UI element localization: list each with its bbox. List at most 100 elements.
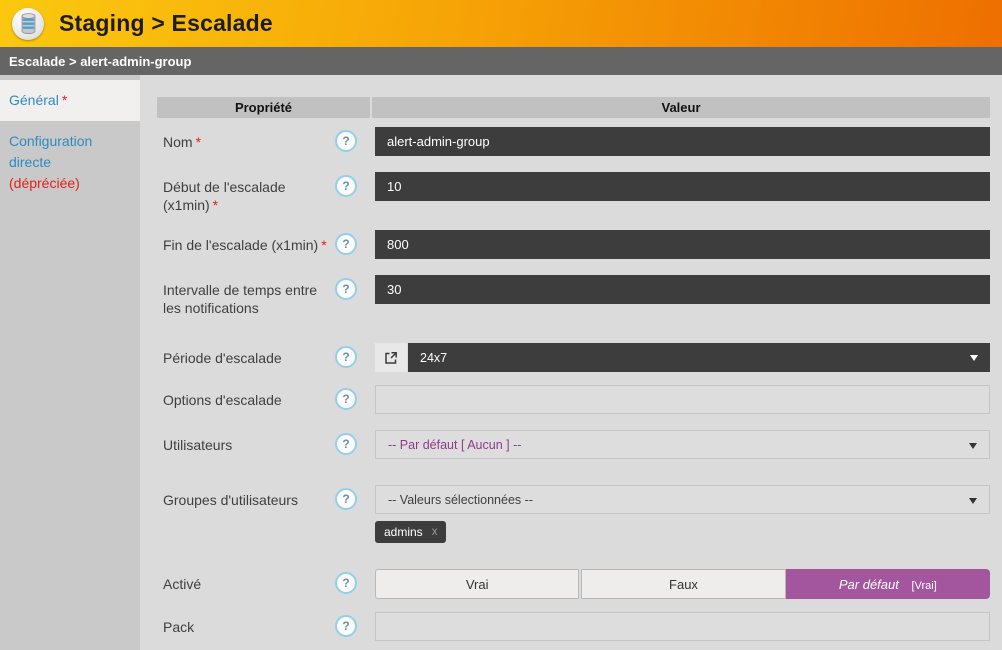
value-cell (375, 230, 990, 259)
form-row-periode: Période d'escalade ? 24x7 (157, 343, 1002, 372)
remove-icon[interactable]: x (432, 526, 438, 538)
help-cell: ? (335, 230, 375, 255)
help-cell: ? (335, 485, 375, 510)
par-defaut-button[interactable]: Par défaut [Vrai] (786, 569, 990, 599)
help-cell: ? (335, 569, 375, 594)
help-icon[interactable]: ? (335, 572, 357, 594)
table-header: Propriété Valeur (157, 97, 990, 118)
external-link-icon (384, 351, 398, 365)
sidebar-item-general[interactable]: Général* (0, 80, 140, 121)
value-cell (375, 127, 990, 156)
help-icon[interactable]: ? (335, 233, 357, 255)
app-logo (12, 8, 44, 40)
chevron-down-icon (969, 443, 977, 449)
help-icon[interactable]: ? (335, 130, 357, 152)
vrai-button[interactable]: Vrai (375, 569, 579, 599)
help-cell: ? (335, 127, 375, 152)
field-label-fin: Fin de l'escalade (x1min)* (157, 230, 335, 254)
field-label-periode: Période d'escalade (157, 343, 335, 367)
select-value: 24x7 (420, 351, 447, 365)
chevron-down-icon (970, 355, 978, 361)
field-label: Options d'escalade (163, 392, 282, 408)
debut-escalade-input[interactable] (375, 172, 990, 201)
field-label: Période d'escalade (163, 350, 282, 366)
value-cell (375, 275, 990, 304)
field-label-intervalle: Intervalle de temps entre les notificati… (157, 275, 335, 317)
tag-label: admins (384, 525, 423, 539)
field-label: Utilisateurs (163, 437, 232, 453)
value-cell (375, 612, 990, 641)
periode-select-group: 24x7 (375, 343, 990, 372)
sidebar: Général* Configuration directe (déprécié… (0, 75, 140, 650)
form-row-groupes-utilisateurs: Groupes d'utilisateurs ? -- Valeurs séle… (157, 485, 1002, 543)
default-label: Par défaut (839, 577, 899, 592)
field-label: Intervalle de temps entre les notificati… (163, 282, 317, 316)
value-cell (375, 385, 990, 414)
help-icon[interactable]: ? (335, 488, 357, 510)
selected-tag-admins[interactable]: admins x (375, 521, 446, 543)
help-icon[interactable]: ? (335, 433, 357, 455)
content: Général* Configuration directe (déprécié… (0, 75, 1002, 650)
field-label-options: Options d'escalade (157, 385, 335, 409)
help-cell: ? (335, 612, 375, 637)
form-row-utilisateurs: Utilisateurs ? -- Par défaut [ Aucun ] -… (157, 430, 1002, 459)
sidebar-item-label: Général (9, 92, 59, 108)
periode-escalade-select[interactable]: 24x7 (408, 343, 990, 372)
faux-button[interactable]: Faux (581, 569, 785, 599)
fin-escalade-input[interactable] (375, 230, 990, 259)
value-column-header: Valeur (372, 97, 990, 118)
value-cell: 24x7 (375, 343, 990, 372)
help-icon[interactable]: ? (335, 278, 357, 300)
app-header: Staging > Escalade (0, 0, 1002, 47)
groupes-utilisateurs-select[interactable]: -- Valeurs sélectionnées -- (375, 485, 990, 514)
select-value: -- Par défaut [ Aucun ] -- (388, 438, 521, 452)
active-tristate: Vrai Faux Par défaut [Vrai] (375, 569, 990, 599)
value-cell: -- Valeurs sélectionnées -- admins x (375, 485, 990, 543)
form-row-nom: Nom* ? (157, 127, 1002, 156)
help-cell: ? (335, 385, 375, 410)
field-label-groupes: Groupes d'utilisateurs (157, 485, 335, 509)
required-asterisk: * (196, 134, 201, 150)
utilisateurs-select[interactable]: -- Par défaut [ Aucun ] -- (375, 430, 990, 459)
database-icon (20, 13, 37, 35)
value-cell: -- Par défaut [ Aucun ] -- (375, 430, 990, 459)
value-cell (375, 172, 990, 201)
help-icon[interactable]: ? (335, 346, 357, 368)
intervalle-notifications-input[interactable] (375, 275, 990, 304)
help-cell: ? (335, 275, 375, 300)
value-cell: Vrai Faux Par défaut [Vrai] (375, 569, 990, 599)
form-row-debut-escalade: Début de l'escalade (x1min)* ? (157, 172, 1002, 214)
property-column-header: Propriété (157, 97, 370, 118)
field-label: Nom (163, 134, 193, 150)
select-value: -- Valeurs sélectionnées -- (388, 493, 533, 507)
help-icon[interactable]: ? (335, 615, 357, 637)
main-panel: Propriété Valeur Nom* ? Début de l'escal… (140, 75, 1002, 650)
help-icon[interactable]: ? (335, 388, 357, 410)
pack-input[interactable] (375, 612, 990, 641)
deprecated-note: (dépréciée) (9, 175, 80, 191)
options-escalade-input[interactable] (375, 385, 990, 414)
sidebar-item-label: Configuration directe (9, 133, 92, 170)
help-icon[interactable]: ? (335, 175, 357, 197)
required-asterisk: * (62, 92, 67, 108)
nom-input[interactable] (375, 127, 990, 156)
help-cell: ? (335, 343, 375, 368)
breadcrumb-text: Escalade > alert-admin-group (9, 54, 191, 69)
page-title: Staging > Escalade (59, 10, 273, 37)
breadcrumb: Escalade > alert-admin-group (0, 47, 1002, 75)
form-row-pack: Pack ? (157, 612, 1002, 641)
required-asterisk: * (321, 237, 326, 253)
field-label: Fin de l'escalade (x1min) (163, 237, 318, 253)
open-periode-button[interactable] (375, 343, 407, 372)
form-row-options: Options d'escalade ? (157, 385, 1002, 414)
required-asterisk: * (213, 197, 218, 213)
field-label: Groupes d'utilisateurs (163, 492, 298, 508)
field-label: Pack (163, 619, 194, 635)
field-label-nom: Nom* (157, 127, 335, 151)
form-row-intervalle: Intervalle de temps entre les notificati… (157, 275, 1002, 317)
chevron-down-icon (969, 498, 977, 504)
field-label: Début de l'escalade (x1min) (163, 179, 286, 213)
form-row-active: Activé ? Vrai Faux Par défaut [Vrai] (157, 569, 1002, 599)
default-state: [Vrai] (912, 580, 937, 592)
sidebar-item-configuration-directe[interactable]: Configuration directe (dépréciée) (0, 121, 140, 204)
